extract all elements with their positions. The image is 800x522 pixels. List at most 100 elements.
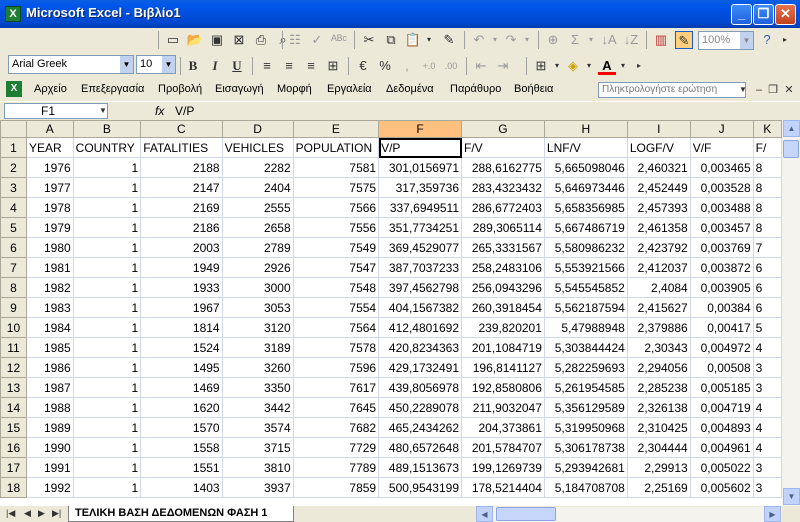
data-cell[interactable]: 1976 <box>25 157 74 178</box>
insert-function-icon[interactable]: fx <box>155 104 164 118</box>
data-cell[interactable]: 6 <box>752 277 782 298</box>
copy-icon[interactable]: ⧉ <box>382 31 400 49</box>
menu-view[interactable]: Προβολή <box>158 83 202 95</box>
header-cell[interactable]: COUNTRY <box>72 137 142 158</box>
header-cell[interactable]: F/V <box>461 137 545 158</box>
data-cell[interactable]: 8 <box>752 177 782 198</box>
row-header[interactable]: 8 <box>0 277 27 298</box>
data-cell[interactable]: 301,0156971 <box>378 157 462 178</box>
data-cell[interactable]: 3000 <box>221 277 294 298</box>
header-cell[interactable]: LNF/V <box>543 137 628 158</box>
data-cell[interactable]: 2,326138 <box>626 397 691 418</box>
data-cell[interactable]: 0,003465 <box>689 157 754 178</box>
menu-file[interactable]: Αρχείο <box>34 83 67 95</box>
data-cell[interactable]: 397,4562798 <box>378 277 462 298</box>
research-icon[interactable]: ☷ <box>286 31 304 49</box>
data-cell[interactable]: 2,460321 <box>626 157 691 178</box>
row-header[interactable]: 4 <box>0 197 27 218</box>
data-cell[interactable]: 3 <box>752 477 782 498</box>
data-cell[interactable]: 2,423792 <box>626 237 691 258</box>
data-cell[interactable]: 1 <box>72 437 142 458</box>
row-header[interactable]: 3 <box>0 177 27 198</box>
data-cell[interactable]: 1988 <box>25 397 74 418</box>
zoom-combo[interactable]: 100% ▼ <box>698 31 754 50</box>
data-cell[interactable]: 7554 <box>292 297 380 318</box>
scroll-down-icon[interactable]: ▼ <box>783 488 800 505</box>
align-center-icon[interactable]: ≡ <box>280 57 298 75</box>
data-cell[interactable]: 5,303844424 <box>543 337 628 358</box>
data-cell[interactable]: 4 <box>752 337 782 358</box>
data-cell[interactable]: 0,003905 <box>689 277 754 298</box>
data-cell[interactable]: 2,304444 <box>626 437 691 458</box>
data-cell[interactable]: 1 <box>72 357 142 378</box>
row-header[interactable]: 5 <box>0 217 27 238</box>
data-cell[interactable]: 420,8234363 <box>378 337 462 358</box>
data-cell[interactable]: 369,4529077 <box>378 237 462 258</box>
data-cell[interactable]: 1991 <box>25 457 74 478</box>
data-cell[interactable]: 1990 <box>25 437 74 458</box>
data-cell[interactable]: 1524 <box>140 337 223 358</box>
row-header[interactable]: 16 <box>0 437 27 458</box>
data-cell[interactable]: 1 <box>72 217 142 238</box>
column-header[interactable]: B <box>72 120 142 138</box>
data-cell[interactable]: 1 <box>72 397 142 418</box>
maximize-button[interactable]: ❐ <box>753 4 774 25</box>
percent-icon[interactable]: % <box>376 57 394 75</box>
data-cell[interactable]: 317,359736 <box>378 177 462 198</box>
font-size-dropdown-icon[interactable]: ▼ <box>162 56 175 73</box>
data-cell[interactable]: 5,665098046 <box>543 157 628 178</box>
data-cell[interactable]: 7549 <box>292 237 380 258</box>
format-painter-icon[interactable]: ✎ <box>440 31 458 49</box>
increase-decimal-icon[interactable]: +.0 <box>420 57 438 75</box>
ask-question-input[interactable]: Πληκτρολογήστε ερώτηση <box>598 82 746 98</box>
close-button[interactable]: ✕ <box>775 4 796 25</box>
data-cell[interactable]: 465,2434262 <box>378 417 462 438</box>
data-cell[interactable]: 1 <box>72 317 142 338</box>
row-header[interactable]: 12 <box>0 357 27 378</box>
data-cell[interactable]: 8 <box>752 217 782 238</box>
data-cell[interactable]: 1620 <box>140 397 223 418</box>
data-cell[interactable]: 0,003528 <box>689 177 754 198</box>
row-header[interactable]: 13 <box>0 377 27 398</box>
column-header[interactable]: J <box>689 120 754 138</box>
data-cell[interactable]: 283,4323432 <box>461 177 545 198</box>
data-cell[interactable]: 450,2289078 <box>378 397 462 418</box>
paste-dropdown-icon[interactable]: ▾ <box>420 31 438 49</box>
font-size-combo[interactable]: 10 ▼ <box>136 55 176 74</box>
decrease-decimal-icon[interactable]: .00 <box>442 57 460 75</box>
column-header[interactable]: F <box>378 120 462 138</box>
data-cell[interactable]: 1984 <box>25 317 74 338</box>
font-dropdown-icon[interactable]: ▼ <box>120 56 133 73</box>
data-cell[interactable]: 7564 <box>292 317 380 338</box>
menu-tools[interactable]: Εργαλεία <box>327 83 372 95</box>
header-cell[interactable]: POPULATION <box>292 137 380 158</box>
currency-icon[interactable]: € <box>354 57 372 75</box>
data-cell[interactable]: 199,1269739 <box>461 457 545 478</box>
data-cell[interactable]: 2,452449 <box>626 177 691 198</box>
data-cell[interactable]: 2,461358 <box>626 217 691 238</box>
data-cell[interactable]: 1558 <box>140 437 223 458</box>
data-cell[interactable]: 1967 <box>140 297 223 318</box>
zoom-dropdown-icon[interactable]: ▼ <box>740 32 753 49</box>
data-cell[interactable]: 0,004961 <box>689 437 754 458</box>
bold-icon[interactable]: B <box>184 57 202 75</box>
data-cell[interactable]: 0,005185 <box>689 377 754 398</box>
data-cell[interactable]: 2,25169 <box>626 477 691 498</box>
new-document-icon[interactable]: ▭ <box>164 31 182 49</box>
data-cell[interactable]: 2,29913 <box>626 457 691 478</box>
data-cell[interactable]: 6 <box>752 297 782 318</box>
data-cell[interactable]: 1 <box>72 197 142 218</box>
data-cell[interactable]: 7578 <box>292 337 380 358</box>
worksheet-grid[interactable]: A B C D E F G H I J K 1 YEAR COUNTRY FATALI… <box>0 120 782 506</box>
data-cell[interactable]: 5,545545852 <box>543 277 628 298</box>
data-cell[interactable]: 265,3331567 <box>461 237 545 258</box>
data-cell[interactable]: 286,6772403 <box>461 197 545 218</box>
data-cell[interactable]: 0,004972 <box>689 337 754 358</box>
data-cell[interactable]: 260,3918454 <box>461 297 545 318</box>
data-cell[interactable]: 5,306178738 <box>543 437 628 458</box>
toolbar-options-icon[interactable]: ▸ <box>776 31 794 49</box>
row-header[interactable]: 7 <box>0 257 27 278</box>
data-cell[interactable]: 7581 <box>292 157 380 178</box>
data-cell[interactable]: 0,00417 <box>689 317 754 338</box>
vertical-scroll-thumb[interactable] <box>783 140 799 158</box>
